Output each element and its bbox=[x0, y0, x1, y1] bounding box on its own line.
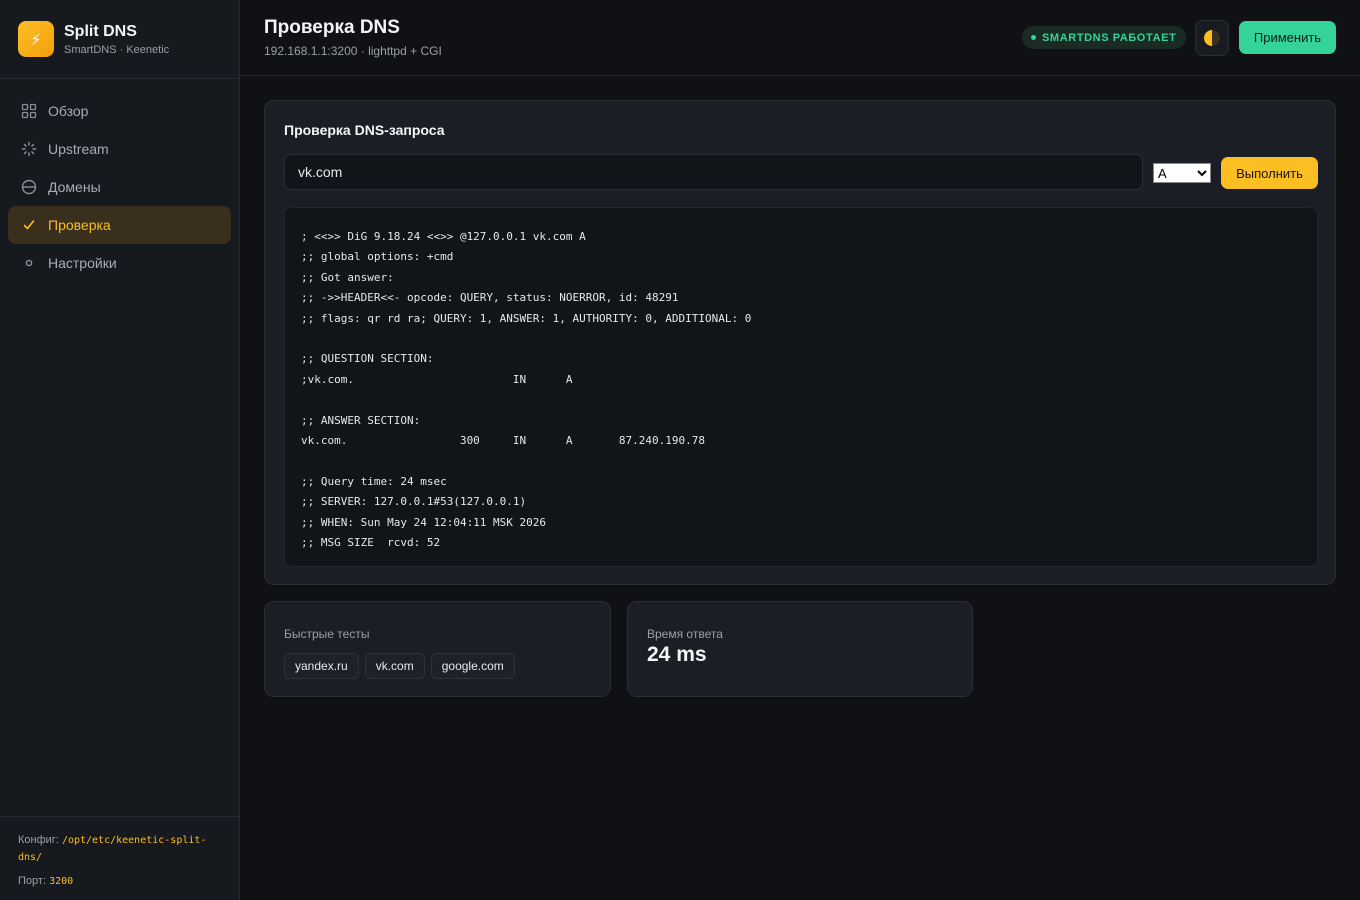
globe-icon bbox=[20, 179, 37, 196]
config-label: Конфиг: bbox=[18, 834, 59, 846]
quick-test-chip[interactable]: yandex.ru bbox=[284, 653, 359, 679]
sidebar-item-label: Домены bbox=[48, 179, 101, 195]
sidebar: ⚡ Split DNS SmartDNS · Keenetic Обзор Up… bbox=[0, 0, 240, 900]
status-dot-icon bbox=[1031, 35, 1036, 40]
quick-tests-label: Быстрые тесты bbox=[284, 627, 370, 641]
brand-title: Split DNS bbox=[64, 23, 137, 40]
sidebar-item-label: Проверка bbox=[48, 217, 111, 233]
card-title: Проверка DNS-запроса bbox=[284, 122, 445, 138]
apply-button[interactable]: Применить bbox=[1239, 21, 1336, 54]
config-info: Конфиг: /opt/etc/keenetic-split-dns/ bbox=[18, 832, 221, 866]
check-icon bbox=[20, 217, 37, 234]
sidebar-item-upstream[interactable]: Upstream bbox=[8, 130, 231, 168]
sidebar-item-label: Обзор bbox=[48, 103, 89, 119]
run-button[interactable]: Выполнить bbox=[1221, 157, 1318, 189]
quick-test-chip[interactable]: google.com bbox=[430, 653, 515, 679]
spinner-icon bbox=[20, 141, 37, 158]
sidebar-footer: Конфиг: /opt/etc/keenetic-split-dns/ Пор… bbox=[0, 816, 239, 900]
sidebar-item-settings[interactable]: Настройки bbox=[8, 244, 231, 282]
page-title: Проверка DNS bbox=[264, 17, 400, 38]
sidebar-item-label: Upstream bbox=[48, 141, 109, 157]
page-subtitle: 192.168.1.1:3200 · lighttpd + CGI bbox=[264, 44, 442, 58]
port-label: Порт: bbox=[18, 875, 46, 887]
half-circle-icon bbox=[1204, 30, 1220, 46]
brand: ⚡ Split DNS SmartDNS · Keenetic bbox=[0, 0, 239, 79]
response-time-label: Время ответа bbox=[647, 627, 723, 641]
dot-icon bbox=[20, 255, 37, 272]
sidebar-item-overview[interactable]: Обзор bbox=[8, 92, 231, 130]
grid-icon bbox=[20, 103, 37, 120]
top-bar: Проверка DNS 192.168.1.1:3200 · lighttpd… bbox=[240, 0, 1360, 76]
theme-toggle-button[interactable] bbox=[1195, 20, 1229, 56]
port-info: Порт: 3200 bbox=[18, 873, 221, 890]
quick-tests-list: yandex.ru vk.com google.com bbox=[284, 653, 521, 679]
sidebar-item-label: Настройки bbox=[48, 255, 117, 271]
quick-test-chip[interactable]: vk.com bbox=[364, 653, 425, 679]
response-time-card: Время ответа 24 ms bbox=[627, 601, 973, 697]
status-text: SMARTDNS РАБОТАЕТ bbox=[1042, 31, 1177, 44]
record-type-select[interactable]: A bbox=[1153, 163, 1211, 183]
sidebar-nav: Обзор Upstream Домены Проверка Настройки bbox=[0, 79, 239, 282]
sidebar-item-domains[interactable]: Домены bbox=[8, 168, 231, 206]
status-badge: SMARTDNS РАБОТАЕТ bbox=[1022, 26, 1187, 49]
query-output: ; <<>> DiG 9.18.24 <<>> @127.0.0.1 vk.co… bbox=[284, 207, 1318, 567]
domain-input[interactable] bbox=[284, 154, 1143, 190]
port-value: 3200 bbox=[49, 876, 74, 887]
quick-tests-card: Быстрые тесты yandex.ru vk.com google.co… bbox=[264, 601, 611, 697]
dig-output-text: ; <<>> DiG 9.18.24 <<>> @127.0.0.1 vk.co… bbox=[301, 230, 752, 550]
brand-text: Split DNS SmartDNS · Keenetic bbox=[64, 22, 169, 56]
lightning-bolt-icon: ⚡ bbox=[18, 21, 54, 57]
sidebar-item-check[interactable]: Проверка bbox=[8, 206, 231, 244]
dns-query-card: Проверка DNS-запроса A Выполнить ; <<>> … bbox=[264, 100, 1336, 585]
response-time-value: 24 ms bbox=[647, 643, 707, 666]
brand-subtitle: SmartDNS · Keenetic bbox=[64, 44, 170, 56]
